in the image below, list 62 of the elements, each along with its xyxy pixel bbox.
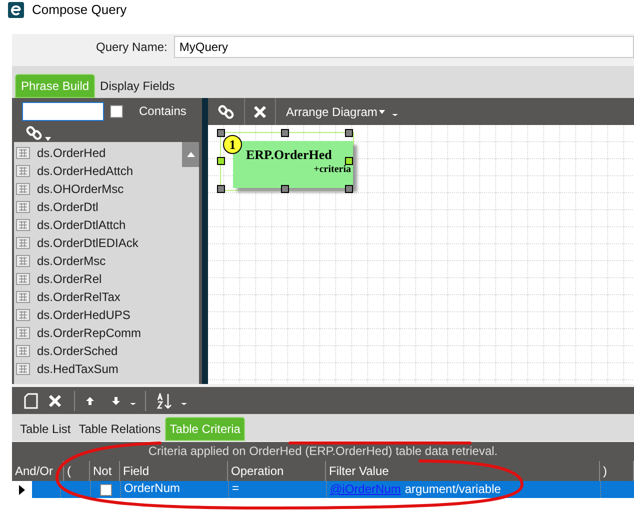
link-icon: [26, 125, 42, 141]
resize-handle[interactable]: [217, 129, 225, 137]
diagram-canvas[interactable]: ERP.OrderHed +criteria 1: [208, 125, 634, 384]
down-arrow-icon[interactable]: [111, 396, 121, 406]
sort-icon[interactable]: [156, 392, 174, 408]
table-list-item[interactable]: ds.OrderDtlEDIAck: [37, 234, 138, 252]
scrollbar-thumb[interactable]: [182, 142, 199, 167]
table-list-item[interactable]: ds.HedTaxSum: [37, 360, 118, 378]
up-arrow-icon[interactable]: [85, 396, 95, 406]
table-icon: [16, 219, 30, 231]
table-icon: [16, 201, 30, 213]
table-list-item[interactable]: ds.OrderHedUPS: [37, 306, 130, 324]
scroll-up-icon: [186, 152, 194, 157]
table-list-item[interactable]: ds.OrderRel: [37, 270, 102, 288]
query-name-field[interactable]: MyQuery: [174, 36, 634, 58]
resize-handle[interactable]: [281, 129, 289, 137]
table-icon: [16, 363, 30, 375]
table-list-item[interactable]: ds.OrderRelTax: [37, 288, 120, 306]
window-title: Compose Query: [32, 1, 127, 20]
resize-handle[interactable]: [345, 157, 353, 165]
resize-handle[interactable]: [345, 185, 353, 193]
row-pointer-icon: [19, 484, 25, 494]
table-list-item[interactable]: ds.OrderSched: [37, 342, 118, 360]
arrange-diagram-button[interactable]: Arrange Diagram: [286, 102, 386, 120]
table-list-item[interactable]: ds.OHOrderMsc: [37, 180, 124, 198]
table-list-item[interactable]: ds.OrderDtlAttch: [37, 216, 126, 234]
table-icon: [16, 165, 30, 177]
table-search-field[interactable]: [22, 102, 104, 120]
close-icon: [253, 104, 267, 118]
table-icon: [16, 291, 30, 303]
table-list-item[interactable]: ds.OrderRepComm: [37, 324, 142, 342]
table-icon: [16, 327, 30, 339]
link-icon: [218, 104, 234, 120]
table-icon: [16, 345, 30, 357]
contains-label: Contains: [139, 103, 186, 120]
table-list-item[interactable]: ds.OrderMsc: [37, 252, 106, 270]
tab[interactable]: Display Fields: [95, 74, 180, 98]
table-icon: [16, 237, 30, 249]
table-icon: [16, 147, 30, 159]
resize-handle[interactable]: [345, 129, 353, 137]
table-icon: [16, 273, 30, 285]
table-list-item[interactable]: ds.OrderHed: [37, 144, 106, 162]
table-list-item[interactable]: ds.OrderDtl: [37, 198, 98, 216]
new-icon[interactable]: [24, 392, 38, 408]
tab[interactable]: Table Relations: [74, 417, 165, 441]
grid-row[interactable]: OrderNum = @iOrderNum argument/variable: [12, 481, 634, 498]
contains-checkbox[interactable]: [110, 104, 123, 118]
table-icon: [16, 255, 30, 267]
table-icon: [16, 183, 30, 195]
table-list-item[interactable]: ds.OrderHedAttch: [37, 162, 134, 180]
not-checkbox[interactable]: [100, 484, 112, 496]
resize-handle[interactable]: [281, 185, 289, 193]
link-menu-button[interactable]: [26, 125, 51, 141]
resize-handle[interactable]: [217, 157, 225, 165]
resize-handle[interactable]: [217, 185, 225, 193]
grid-caption: Criteria applied on OrderHed (ERP.OrderHed) table data retrieval.: [12, 442, 634, 461]
tab[interactable]: Table List: [16, 417, 75, 441]
close-icon[interactable]: [48, 394, 62, 408]
field-label: Query Name:: [96, 39, 168, 56]
table-icon: [16, 309, 30, 321]
caret-icon: [379, 110, 386, 114]
table-cell: argument/variable: [404, 481, 501, 498]
